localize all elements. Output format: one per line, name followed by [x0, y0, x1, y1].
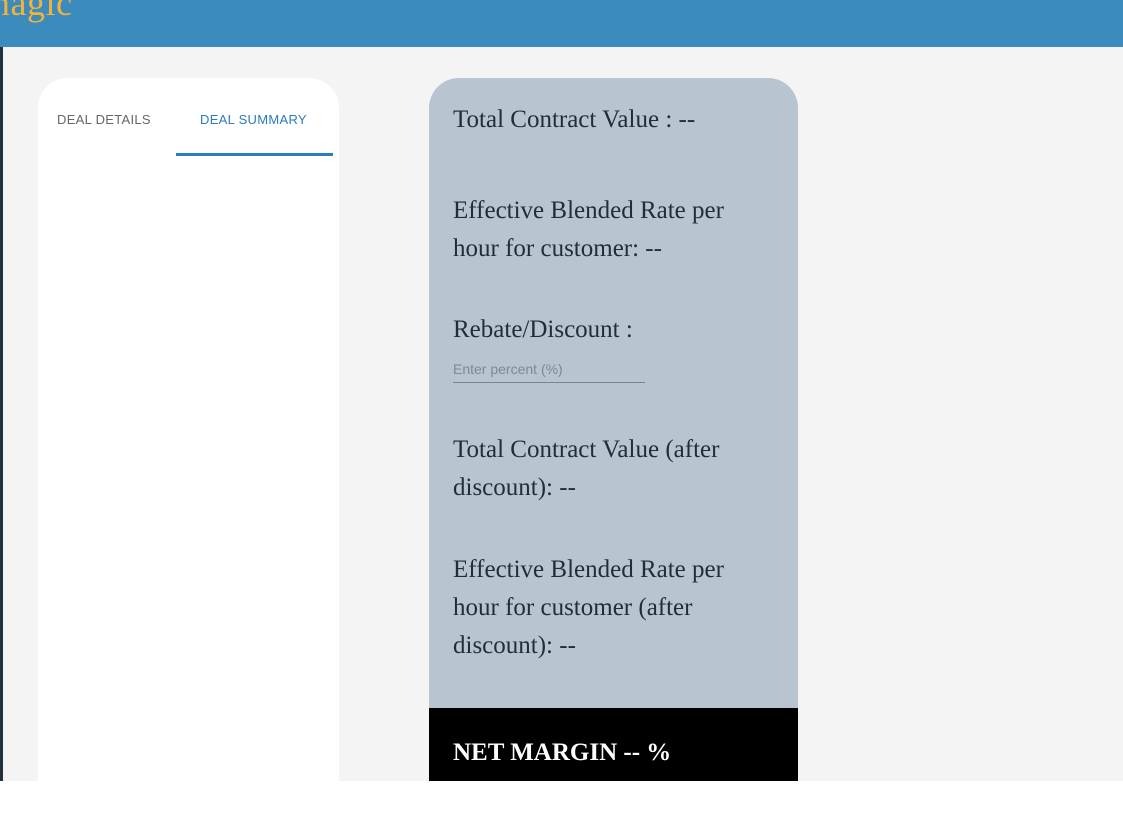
app-header: magic [0, 0, 1123, 47]
tabs-panel [38, 78, 339, 781]
tab-deal-details[interactable]: DEAL DETAILS [57, 112, 151, 132]
net-margin-text: NET MARGIN -- % [453, 739, 672, 766]
page-bottom-strip [0, 781, 1123, 814]
active-tab-indicator [176, 153, 333, 156]
app-logo: magic [0, 0, 73, 23]
total-contract-value: Total Contract Value : -- [453, 106, 696, 133]
rebate-discount-label: Rebate/Discount : [453, 316, 633, 343]
left-edge-divider [0, 47, 3, 781]
effective-blended-rate: Effective Blended Rate per hour for cust… [453, 197, 724, 262]
total-contract-value-after-discount: Total Contract Value (after discount): -… [453, 436, 720, 501]
tab-deal-summary[interactable]: DEAL SUMMARY [200, 112, 307, 132]
rebate-percent-input[interactable] [453, 356, 645, 383]
effective-blended-rate-after-discount: Effective Blended Rate per hour for cust… [453, 556, 724, 659]
